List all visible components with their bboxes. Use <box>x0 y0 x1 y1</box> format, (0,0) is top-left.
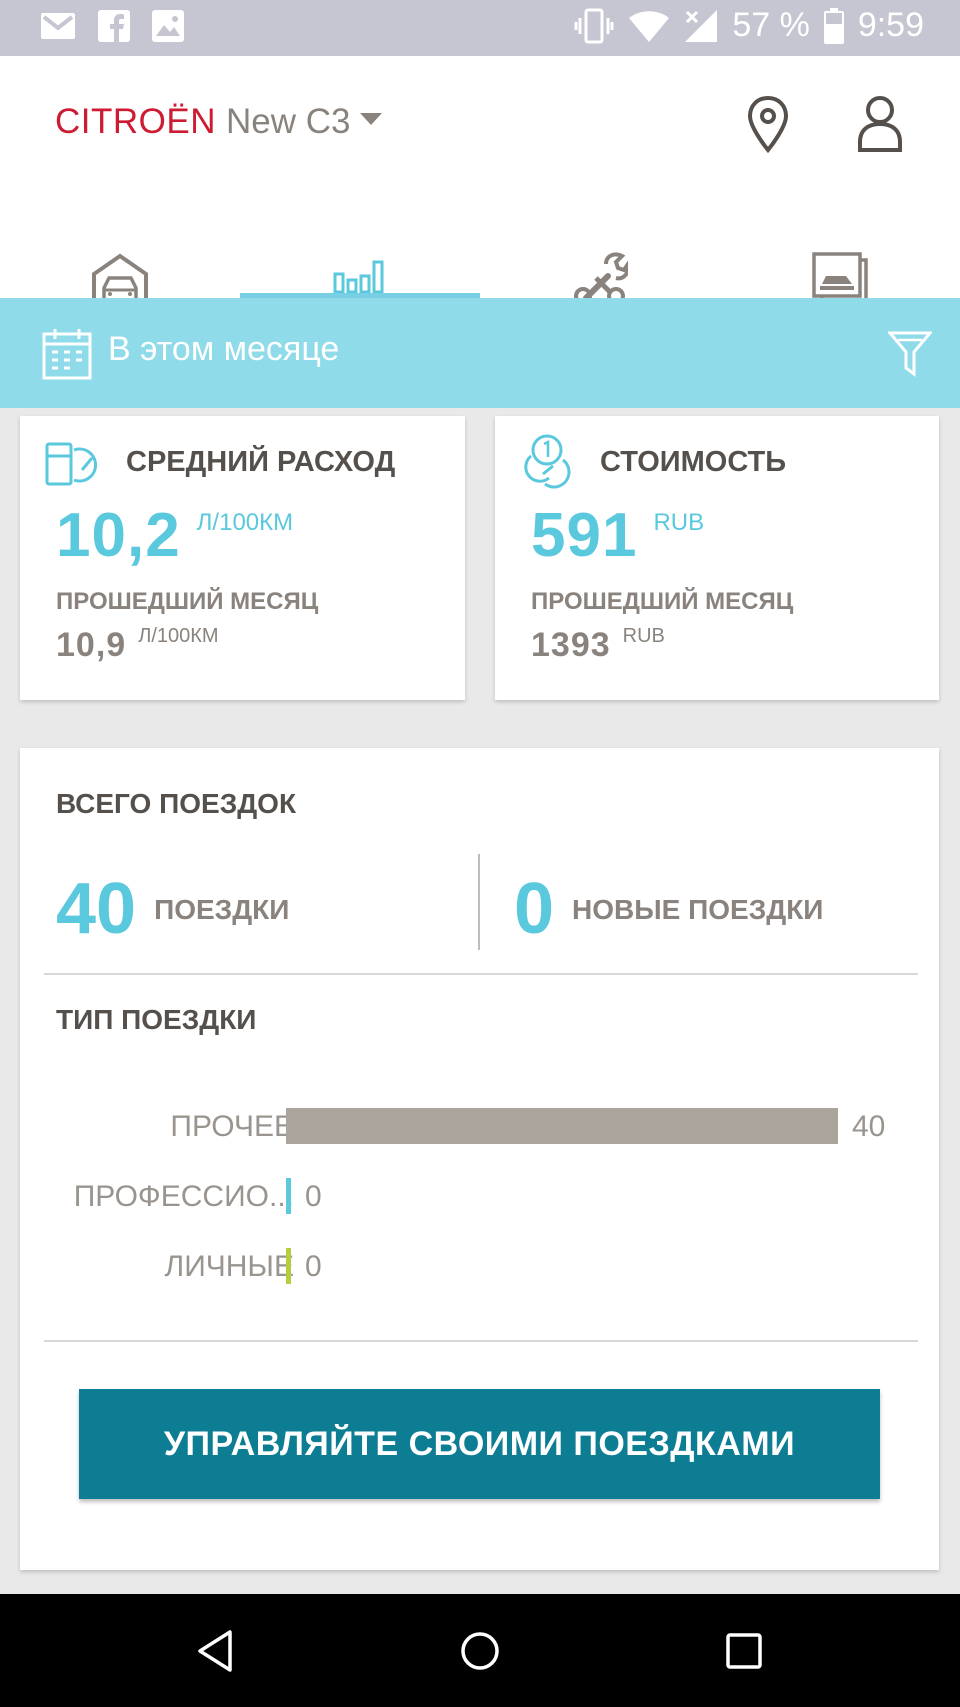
trips-divider <box>478 854 480 950</box>
new-trips[interactable]: 0 НОВЫЕ ПОЕЗДКИ <box>514 868 823 950</box>
profile-icon[interactable] <box>848 92 912 156</box>
period-label: В этом месяце <box>108 330 340 368</box>
consumption-card[interactable]: СРЕДНИЙ РАСХОД 10,2 Л/100КМ ПРОШЕДШИЙ МЕ… <box>20 416 465 700</box>
chart-row: ЛИЧНЫЕ 0 <box>20 1248 900 1288</box>
total-trips-label: ПОЕЗДКИ <box>154 894 290 925</box>
chart-bar <box>286 1248 291 1284</box>
stats-icon <box>332 260 388 300</box>
chart-value-label: 40 <box>852 1110 886 1143</box>
chart-category-label: ПРОФЕССИО... <box>73 1180 294 1213</box>
tab-statistics[interactable] <box>240 206 480 300</box>
cost-prev-unit: RUB <box>622 625 665 647</box>
new-trips-count: 0 <box>514 869 555 949</box>
divider <box>44 973 918 975</box>
facebook-icon <box>98 10 130 42</box>
gmail-icon <box>41 13 75 39</box>
consumption-prev-label: ПРОШЕДШИЙ МЕСЯЦ <box>56 588 319 615</box>
trip-type-title: ТИП ПОЕЗДКИ <box>56 1004 257 1035</box>
battery-icon <box>823 7 844 44</box>
gallery-icon <box>812 252 868 304</box>
chart-row: ПРОФЕССИО... 0 <box>20 1178 900 1218</box>
vehicle-selector[interactable]: CITROËN New C3 <box>55 102 383 142</box>
consumption-unit: Л/100КМ <box>196 509 294 536</box>
app-bar: CITROËN New C3 <box>0 56 960 305</box>
cost-unit: RUB <box>653 509 705 536</box>
filter-icon[interactable] <box>888 330 932 378</box>
status-bar: 57 % 9:59 <box>0 0 960 56</box>
trip-type-chart: ПРОЧЕЕ 40 ПРОФЕССИО... 0 ЛИЧНЫЕ 0 <box>20 1108 939 1308</box>
main-tabs <box>0 206 960 305</box>
consumption-title: СРЕДНИЙ РАСХОД <box>126 446 396 478</box>
cost-title: СТОИМОСТЬ <box>600 446 787 478</box>
vehicle-model: New C3 <box>226 102 351 141</box>
chart-value-label: 0 <box>305 1250 322 1283</box>
brand-logo: CITROËN <box>55 102 216 141</box>
chart-bar <box>286 1108 838 1144</box>
calendar-icon <box>42 329 92 380</box>
battery-percent: 57 % <box>732 6 810 44</box>
vibrate-icon <box>574 8 614 43</box>
chart-value-label: 0 <box>305 1180 322 1213</box>
tab-garage[interactable] <box>0 206 240 304</box>
chart-category-label: ПРОЧЕЕ <box>170 1110 294 1143</box>
chart-category-label: ЛИЧНЫЕ <box>164 1250 294 1283</box>
cost-value: 591 <box>531 501 638 570</box>
recents-icon[interactable] <box>719 1626 769 1676</box>
consumption-prev-value: 10,9 <box>56 626 127 664</box>
consumption-value: 10,2 <box>56 501 181 570</box>
home-icon[interactable] <box>455 1626 505 1676</box>
coins-icon <box>524 434 571 489</box>
trips-title: ВСЕГО ПОЕЗДОК <box>56 788 297 819</box>
fuel-gauge-icon <box>45 442 97 486</box>
image-icon <box>152 10 184 42</box>
caret-down-icon <box>360 113 383 125</box>
consumption-prev-unit: Л/100КМ <box>138 625 219 647</box>
new-trips-label: НОВЫЕ ПОЕЗДКИ <box>572 894 824 925</box>
cost-prev-label: ПРОШЕДШИЙ МЕСЯЦ <box>531 588 794 615</box>
total-trips: 40 ПОЕЗДКИ <box>56 868 289 950</box>
total-trips-count: 40 <box>56 869 137 949</box>
tab-gallery[interactable] <box>720 206 960 304</box>
tab-maintenance[interactable] <box>480 206 720 305</box>
cost-prev-value: 1393 <box>531 626 611 664</box>
chart-bar <box>286 1178 291 1214</box>
cost-card[interactable]: СТОИМОСТЬ 591 RUB ПРОШЕДШИЙ МЕСЯЦ 1393 R… <box>495 416 939 700</box>
period-filter-bar[interactable]: В этом месяце <box>0 298 960 408</box>
system-nav-bar <box>0 1594 960 1707</box>
wifi-icon <box>629 10 670 42</box>
manage-trips-button[interactable]: УПРАВЛЯЙТЕ СВОИМИ ПОЕЗДКАМИ <box>79 1389 880 1499</box>
signal-icon <box>685 9 718 42</box>
clock: 9:59 <box>857 6 924 44</box>
chart-row: ПРОЧЕЕ 40 <box>20 1108 900 1148</box>
location-pin-icon[interactable] <box>736 92 800 156</box>
divider <box>44 1340 918 1342</box>
back-icon[interactable] <box>194 1626 244 1676</box>
